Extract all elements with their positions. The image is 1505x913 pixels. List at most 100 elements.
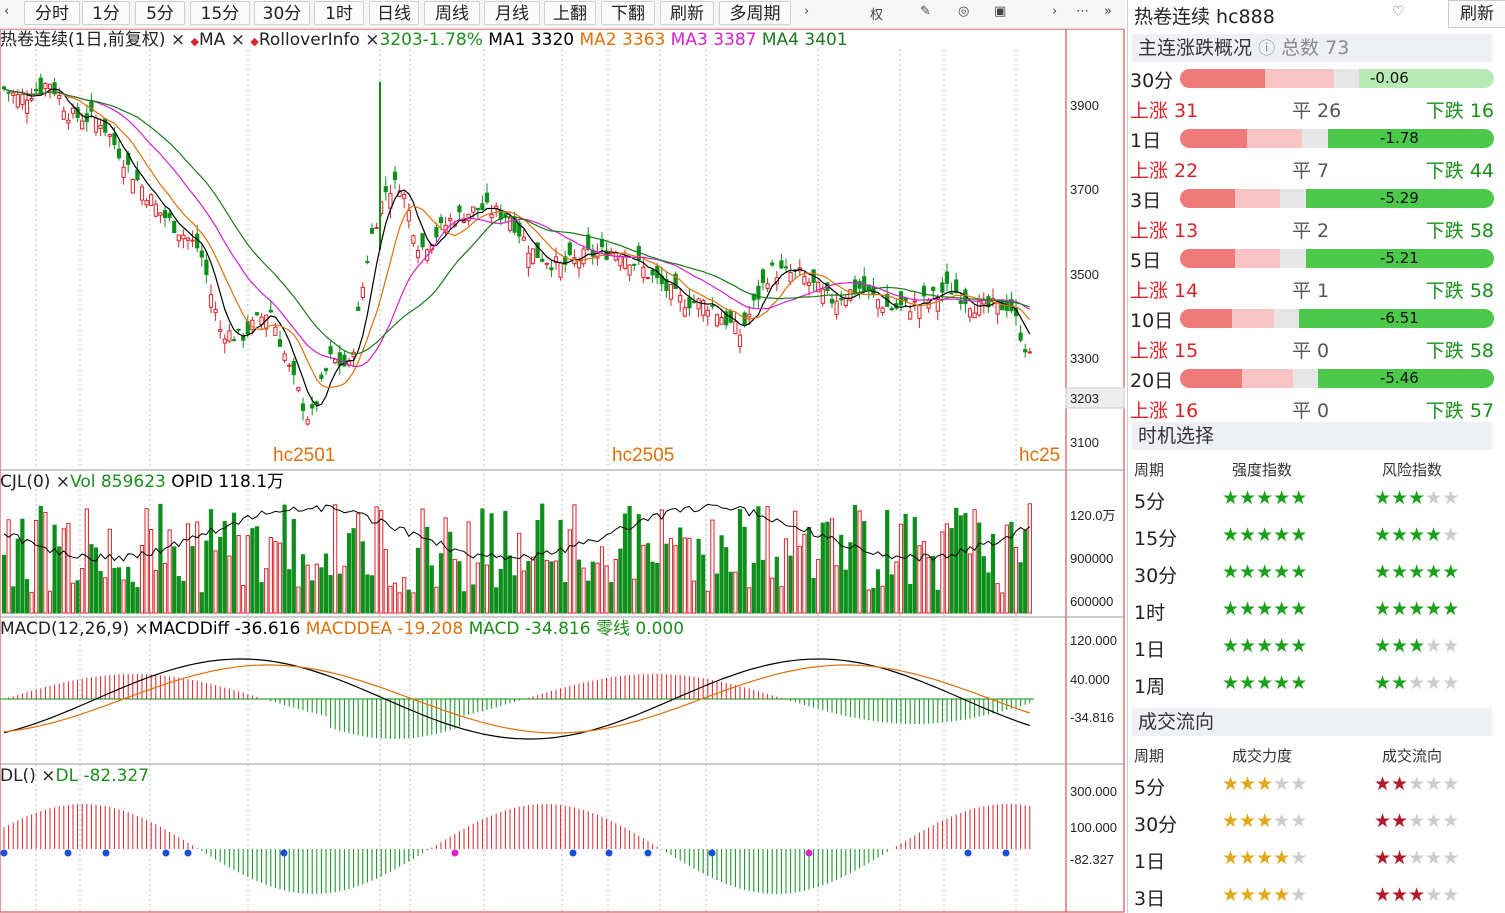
candle-body <box>406 210 411 222</box>
candle-body <box>719 316 724 325</box>
volume-bar <box>231 512 237 614</box>
period-button-5[interactable]: 1时 <box>314 1 364 25</box>
volume-bar <box>659 509 664 614</box>
bar-segment <box>1180 369 1243 388</box>
volume-bar <box>540 503 545 614</box>
candle-body <box>733 320 738 335</box>
period-button-6[interactable]: 日线 <box>369 1 419 25</box>
volume-bar <box>507 555 513 614</box>
period-label: 5分 <box>1134 491 1166 513</box>
volume-bar <box>199 592 204 614</box>
candle-body <box>116 148 122 159</box>
bar-segment <box>1280 249 1306 268</box>
rise-flat-fall-row: 上涨 13 平 2 下跌 58 <box>1130 214 1494 244</box>
candle-body <box>622 256 628 269</box>
ma-indicator-label[interactable]: MA <box>199 30 225 50</box>
period-button-7[interactable]: 周线 <box>424 1 480 25</box>
chevron-right-icon[interactable]: › <box>1052 4 1057 19</box>
volume-bar <box>273 540 278 614</box>
volume-bar <box>162 562 168 614</box>
close-icon[interactable]: × <box>135 619 149 639</box>
volume-bar <box>411 592 416 614</box>
candle-body <box>931 286 936 292</box>
period-label: 10日 <box>1130 310 1174 332</box>
candle-body <box>489 213 494 219</box>
volume-bar <box>549 561 554 614</box>
help-icon[interactable]: ⓘ <box>1258 39 1275 59</box>
contract-label: hc25 <box>1019 445 1060 466</box>
volume-bar <box>61 528 66 614</box>
chevron-right-icon[interactable]: › <box>804 4 809 19</box>
period-button-8[interactable]: 月线 <box>484 1 540 25</box>
rise-flat-fall-row: 上涨 22 平 7 下跌 44 <box>1130 154 1494 184</box>
dl-signal-dot <box>451 849 459 857</box>
candle-body <box>806 282 812 286</box>
timing-section-header: 时机选择 <box>1132 422 1492 450</box>
period-button-1[interactable]: 1分 <box>82 1 130 25</box>
volume-bar <box>618 548 623 614</box>
price-tick-label: 3300 <box>1070 351 1099 366</box>
volume-bar <box>852 504 858 614</box>
volume-bar <box>457 561 462 614</box>
draw-icon[interactable]: ✎ <box>920 4 931 19</box>
open-interest-line <box>3 503 1031 562</box>
favorite-heart-icon[interactable]: ♡ <box>1392 4 1405 20</box>
candle-body <box>940 282 945 293</box>
more-icon[interactable]: ⋯ <box>1076 4 1089 19</box>
chart-area[interactable]: 3900 3700 3500 3300 3100 3203 hc2501 hc2505 hc25… <box>0 29 1125 913</box>
camera-icon[interactable]: ◎ <box>958 4 969 19</box>
period-label: 1时 <box>1134 602 1166 624</box>
candle-body <box>392 171 398 181</box>
bar-segment <box>1231 309 1275 328</box>
candle-body <box>107 134 112 137</box>
close-icon[interactable]: × <box>41 766 55 786</box>
period-label: 30分 <box>1130 70 1174 92</box>
volume-bar <box>429 565 434 614</box>
candle-body <box>576 259 582 269</box>
period-button-12[interactable]: 多周期 <box>719 1 791 25</box>
star-rating: ★★★★★ <box>1222 773 1308 795</box>
dl-signal-dot <box>162 849 170 857</box>
period-button-0[interactable]: 分时 <box>24 1 80 25</box>
volume-bar <box>756 506 761 614</box>
volume-bar <box>43 511 48 614</box>
candle-body <box>678 294 683 303</box>
macd-value: MACD -34.816 <box>468 619 591 639</box>
period-button-2[interactable]: 5分 <box>135 1 185 25</box>
price-change-text: 3203-1.78% <box>379 30 483 50</box>
panel-refresh-button[interactable]: 刷新 <box>1448 0 1505 28</box>
period-button-11[interactable]: 刷新 <box>660 1 714 25</box>
price-tick-label: 3900 <box>1070 98 1099 113</box>
candle-body <box>687 297 692 309</box>
period-button-4[interactable]: 30分 <box>254 1 310 25</box>
candle-body <box>172 220 177 234</box>
bar-segment <box>1235 249 1281 268</box>
volume-bar <box>176 576 181 614</box>
window-icon[interactable]: ▣ <box>994 4 1006 19</box>
volume-bar <box>581 567 586 614</box>
star-rating: ★★★★★ <box>1374 487 1460 509</box>
period-label: 3日 <box>1134 888 1166 910</box>
period-button-3[interactable]: 15分 <box>190 1 250 25</box>
close-icon[interactable]: × <box>365 30 379 50</box>
volume-bar <box>392 582 398 614</box>
volume-bar <box>268 537 273 614</box>
bar-segment <box>1274 309 1300 328</box>
close-icon[interactable]: × <box>56 472 70 492</box>
close-icon[interactable]: × <box>231 30 245 50</box>
candle-body <box>705 309 710 317</box>
candle-body <box>627 264 632 276</box>
period-button-9[interactable]: 上翻 <box>544 1 596 25</box>
period-button-10[interactable]: 下翻 <box>601 1 655 25</box>
close-icon[interactable]: × <box>171 30 185 50</box>
volume-bar <box>866 589 871 614</box>
volume-bar <box>287 569 292 614</box>
candle-body <box>958 300 963 304</box>
volume-bar <box>903 513 908 614</box>
rights-icon[interactable]: 权 <box>870 4 883 23</box>
double-chevron-icon[interactable]: » <box>1104 4 1112 19</box>
scroll-left-icon[interactable]: ‹ <box>4 4 9 19</box>
rollover-indicator-label[interactable]: RolloverInfo <box>259 30 360 50</box>
candle-body <box>875 299 881 309</box>
volume-bar <box>641 544 646 614</box>
